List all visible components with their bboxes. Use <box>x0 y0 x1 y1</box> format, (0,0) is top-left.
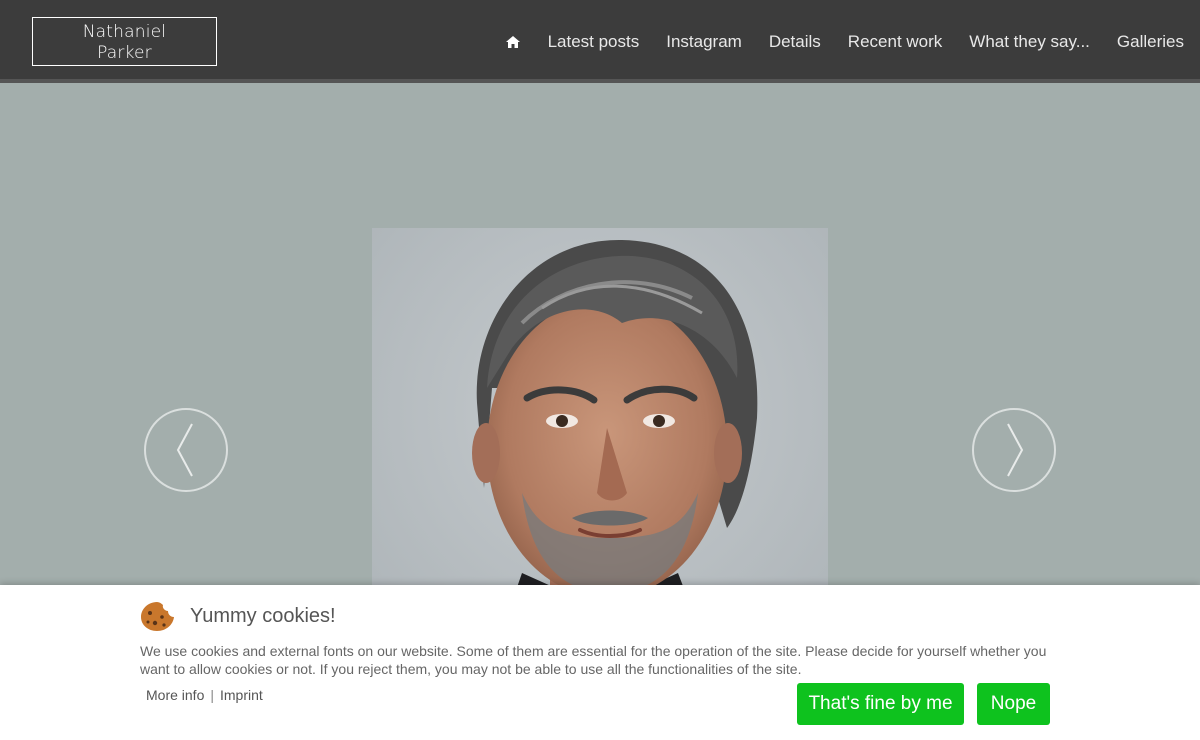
more-info-link[interactable]: More info <box>146 687 204 703</box>
accept-cookies-button[interactable]: That's fine by me <box>797 683 964 725</box>
slider-prev-button[interactable] <box>144 408 228 492</box>
nav-what-they-say[interactable]: What they say... <box>969 32 1090 52</box>
cookie-banner: Yummy cookies! We use cookies and extern… <box>0 585 1200 740</box>
chevron-right-icon <box>1007 423 1024 477</box>
nav-instagram[interactable]: Instagram <box>666 32 742 52</box>
nav-recent-work[interactable]: Recent work <box>848 32 942 52</box>
home-icon <box>505 35 520 48</box>
logo-first-name: Nathaniel <box>82 22 167 42</box>
reject-cookies-button[interactable]: Nope <box>977 683 1050 725</box>
cookie-title: Yummy cookies! <box>190 604 336 627</box>
nav-latest-posts[interactable]: Latest posts <box>548 32 640 52</box>
nav-home[interactable] <box>505 34 521 50</box>
slider-next-button[interactable] <box>972 408 1056 492</box>
logo-last-name: Parker <box>97 43 152 63</box>
top-navigation-bar: Nathaniel Parker Latest posts Instagram … <box>0 0 1200 83</box>
cookie-description: We use cookies and external fonts on our… <box>140 643 1047 677</box>
cookie-icon <box>141 602 174 631</box>
nav-details[interactable]: Details <box>769 32 821 52</box>
main-nav: Latest posts Instagram Details Recent wo… <box>505 0 1184 83</box>
cookie-links: More info | Imprint <box>146 687 263 703</box>
cookie-header: Yummy cookies! <box>140 600 336 632</box>
link-separator: | <box>210 687 214 703</box>
site-logo[interactable]: Nathaniel Parker <box>32 17 217 66</box>
nav-galleries[interactable]: Galleries <box>1117 32 1184 52</box>
imprint-link[interactable]: Imprint <box>220 687 263 703</box>
chevron-left-icon <box>176 423 193 477</box>
